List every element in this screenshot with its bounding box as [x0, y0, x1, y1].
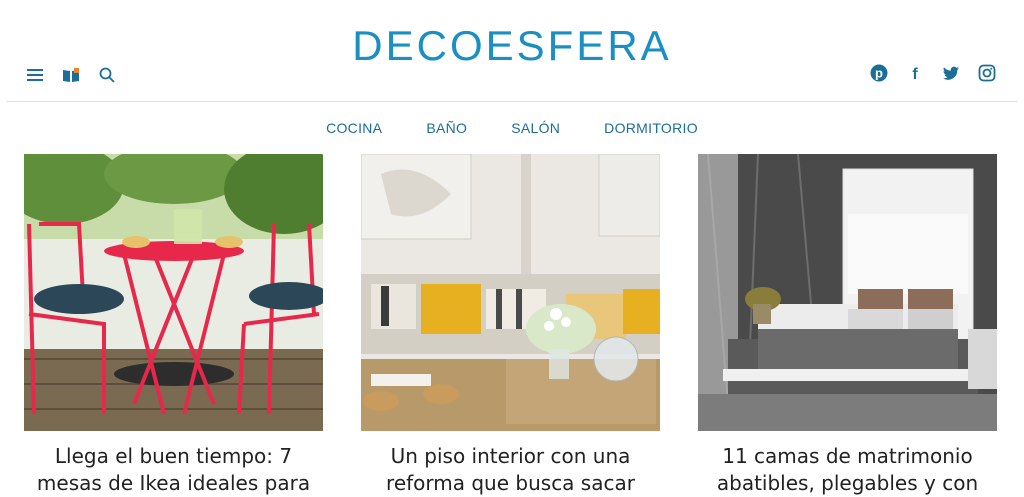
article-image[interactable] [361, 154, 660, 431]
header-divider [6, 101, 1018, 102]
article-card[interactable]: 11 camas de matrimonio abatibles, plegab… [698, 154, 997, 497]
nav-item-cocina[interactable]: COCINA [326, 120, 382, 136]
nav-item-salon[interactable]: SALÓN [511, 120, 560, 136]
instagram-icon[interactable] [978, 64, 996, 82]
social-links: p f [870, 64, 996, 82]
site-logo[interactable]: DECOESFERA [0, 22, 1024, 70]
article-image[interactable] [698, 154, 997, 431]
article-image[interactable] [24, 154, 323, 431]
twitter-icon[interactable] [942, 64, 960, 82]
article-card[interactable]: Llega el buen tiempo: 7 mesas de Ikea id… [24, 154, 323, 497]
article-title[interactable]: Un piso interior con una reforma que bus… [361, 443, 660, 497]
category-nav: COCINA BAÑO SALÓN DORMITORIO [0, 120, 1024, 136]
pinterest-icon[interactable]: p [870, 64, 888, 82]
nav-item-bano[interactable]: BAÑO [426, 120, 467, 136]
article-title[interactable]: Llega el buen tiempo: 7 mesas de Ikea id… [24, 443, 323, 497]
facebook-icon[interactable]: f [906, 64, 924, 82]
svg-text:f: f [912, 66, 918, 82]
article-grid: Llega el buen tiempo: 7 mesas de Ikea id… [24, 154, 1000, 495]
article-title[interactable]: 11 camas de matrimonio abatibles, plegab… [698, 443, 997, 497]
nav-item-dormitorio[interactable]: DORMITORIO [604, 120, 698, 136]
site-header: DECOESFERA p f [0, 0, 1024, 102]
article-card[interactable]: Un piso interior con una reforma que bus… [361, 154, 660, 497]
svg-text:p: p [875, 66, 883, 81]
